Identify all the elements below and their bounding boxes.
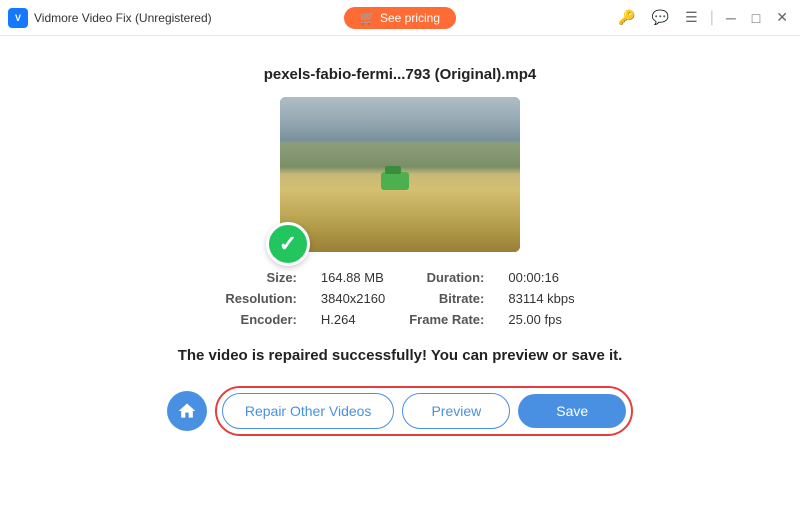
action-border-box: Repair Other Videos Preview Save [215, 386, 633, 436]
framerate-label: Frame Rate: [409, 312, 484, 327]
duration-value: 00:00:16 [508, 270, 574, 285]
app-title: Vidmore Video Fix (Unregistered) [34, 11, 212, 25]
video-preview [280, 97, 520, 252]
preview-button[interactable]: Preview [402, 393, 510, 429]
checkmark-icon: ✓ [279, 231, 297, 257]
menu-icon[interactable]: ☰ [681, 7, 702, 28]
video-preview-container: ✓ [280, 97, 520, 252]
home-button[interactable] [167, 391, 207, 431]
encoder-label: Encoder: [225, 312, 297, 327]
maximize-icon[interactable]: □ [748, 8, 764, 28]
resolution-value: 3840x2160 [321, 291, 385, 306]
video-tractor [381, 172, 409, 190]
separator: | [710, 9, 714, 27]
key-icon[interactable]: 🔑 [614, 7, 639, 28]
minimize-icon[interactable]: ─ [722, 8, 740, 28]
duration-label: Duration: [409, 270, 484, 285]
title-bar-left: V Vidmore Video Fix (Unregistered) [8, 8, 614, 28]
framerate-value: 25.00 fps [508, 312, 574, 327]
home-icon [177, 401, 197, 421]
save-button[interactable]: Save [518, 394, 626, 428]
see-pricing-label: See pricing [380, 11, 440, 25]
resolution-label: Resolution: [225, 291, 297, 306]
title-bar: V Vidmore Video Fix (Unregistered) 🛒 See… [0, 0, 800, 36]
size-value: 164.88 MB [321, 270, 385, 285]
bitrate-label: Bitrate: [409, 291, 484, 306]
action-area: Repair Other Videos Preview Save [167, 386, 633, 436]
title-bar-center: 🛒 See pricing [344, 7, 456, 29]
video-info: Size: 164.88 MB Duration: 00:00:16 Resol… [225, 270, 574, 327]
video-background [280, 97, 520, 252]
cart-icon: 🛒 [360, 11, 375, 25]
success-message: The video is repaired successfully! You … [178, 347, 623, 364]
main-content: pexels-fabio-fermi...793 (Original).mp4 … [0, 36, 800, 516]
size-label: Size: [225, 270, 297, 285]
see-pricing-button[interactable]: 🛒 See pricing [344, 7, 456, 29]
repair-other-button[interactable]: Repair Other Videos [222, 393, 395, 429]
title-bar-right: 🔑 💬 ☰ | ─ □ ✕ [614, 7, 792, 28]
bitrate-value: 83114 kbps [508, 291, 574, 306]
chat-icon[interactable]: 💬 [648, 7, 673, 28]
video-title: pexels-fabio-fermi...793 (Original).mp4 [264, 66, 537, 83]
success-badge: ✓ [266, 222, 310, 266]
encoder-value: H.264 [321, 312, 385, 327]
close-icon[interactable]: ✕ [772, 7, 792, 28]
app-logo: V [8, 8, 28, 28]
